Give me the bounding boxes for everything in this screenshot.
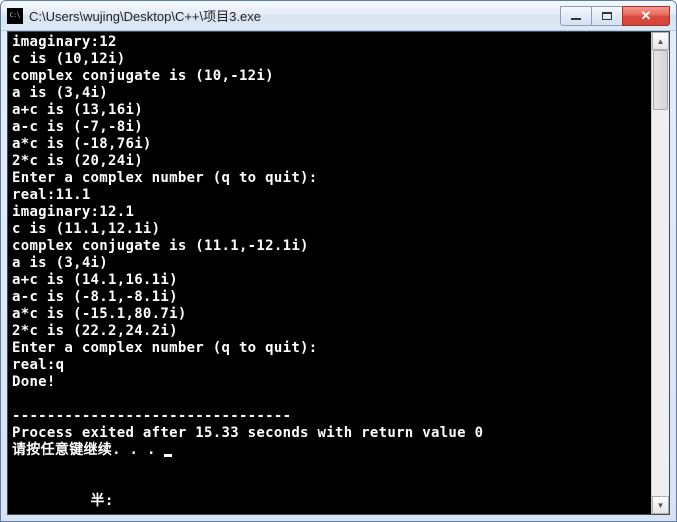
scroll-track[interactable] xyxy=(652,50,669,496)
maximize-button[interactable] xyxy=(591,6,623,26)
titlebar[interactable]: C:\Users\wujing\Desktop\C++\项目3.exe ✕ xyxy=(1,1,676,31)
client-area: imaginary:12 c is (10,12i) complex conju… xyxy=(7,31,670,515)
window-controls: ✕ xyxy=(561,6,670,26)
window-title: C:\Users\wujing\Desktop\C++\项目3.exe xyxy=(29,6,561,25)
close-button[interactable]: ✕ xyxy=(622,6,670,26)
vertical-scrollbar[interactable]: ▲ ▼ xyxy=(651,32,669,514)
scroll-up-button[interactable]: ▲ xyxy=(652,32,669,50)
scroll-thumb[interactable] xyxy=(653,50,668,110)
minimize-icon xyxy=(571,18,581,20)
console-window: C:\Users\wujing\Desktop\C++\项目3.exe ✕ im… xyxy=(0,0,677,522)
close-icon: ✕ xyxy=(641,9,652,22)
app-icon xyxy=(7,8,23,24)
maximize-icon xyxy=(602,12,612,20)
minimize-button[interactable] xyxy=(560,6,592,26)
scroll-down-button[interactable]: ▼ xyxy=(652,496,669,514)
console-output[interactable]: imaginary:12 c is (10,12i) complex conju… xyxy=(8,32,651,514)
